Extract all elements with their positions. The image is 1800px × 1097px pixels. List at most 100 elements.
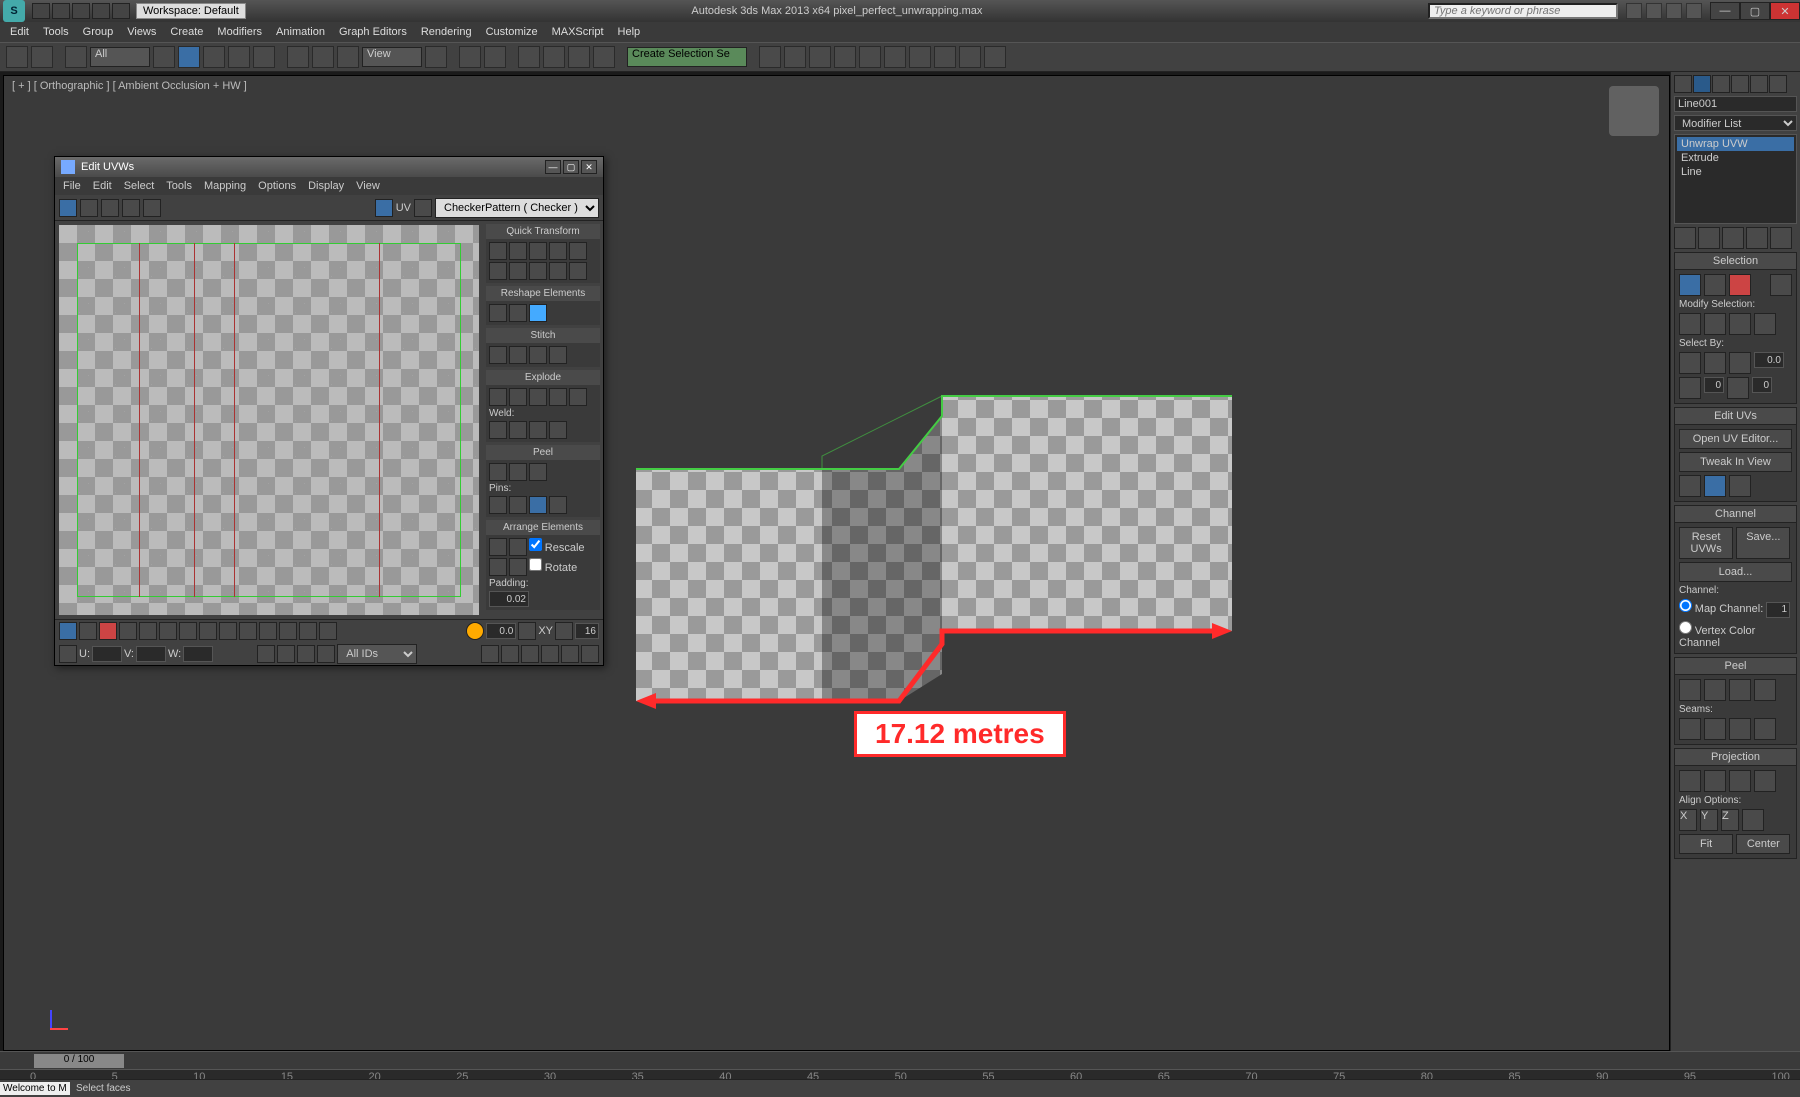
uv-b[interactable]: [555, 622, 573, 640]
move-button[interactable]: [287, 46, 309, 68]
select-object-button[interactable]: [178, 46, 200, 68]
render-frame-button[interactable]: [959, 46, 981, 68]
open-uv-editor-button[interactable]: Open UV Editor...: [1679, 429, 1792, 449]
angle-snap-button[interactable]: [543, 46, 565, 68]
uv-b[interactable]: [299, 622, 317, 640]
uv-roll-reshape[interactable]: Reshape Elements: [486, 286, 600, 301]
peel-b[interactable]: [1754, 679, 1776, 701]
uv-menu-options[interactable]: Options: [258, 180, 296, 192]
uv-show-map-button[interactable]: [375, 199, 393, 217]
ex-btn[interactable]: [489, 388, 507, 406]
uv-grid-input[interactable]: [575, 623, 599, 639]
peel-btn[interactable]: [529, 463, 547, 481]
object-name-input[interactable]: [1674, 96, 1797, 112]
uv-b[interactable]: [219, 622, 237, 640]
help-icon[interactable]: [1686, 3, 1702, 19]
uv-snap-button[interactable]: [561, 645, 579, 663]
workspace-dropdown[interactable]: Workspace: Default: [136, 3, 246, 19]
qt-btn[interactable]: [569, 262, 587, 280]
uv-mirror-button[interactable]: [143, 199, 161, 217]
grow-button[interactable]: [1679, 313, 1701, 335]
uv-b[interactable]: [277, 645, 295, 663]
infocenter-icon[interactable]: [1626, 3, 1642, 19]
qt-btn[interactable]: [529, 262, 547, 280]
uv-scale-button[interactable]: [101, 199, 119, 217]
uv-move-button[interactable]: [59, 199, 77, 217]
peel-b[interactable]: [1729, 679, 1751, 701]
uv-freeform-button[interactable]: [122, 199, 140, 217]
minimize-button[interactable]: —: [1710, 2, 1740, 20]
uv-menu-mapping[interactable]: Mapping: [204, 180, 246, 192]
manipulate-button[interactable]: [459, 46, 481, 68]
uv-roll-explode[interactable]: Explode: [486, 370, 600, 385]
qt-btn[interactable]: [549, 262, 567, 280]
uv-abs-button[interactable]: [59, 645, 77, 663]
menu-tools[interactable]: Tools: [43, 26, 69, 38]
uv-b[interactable]: [297, 645, 315, 663]
keyboard-shortcut-button[interactable]: [484, 46, 506, 68]
proj-box-button[interactable]: [1754, 770, 1776, 792]
map-channel-radio[interactable]: [1679, 599, 1692, 612]
proj-cyl-button[interactable]: [1704, 770, 1726, 792]
uv-elem-button[interactable]: [119, 622, 137, 640]
utilities-tab[interactable]: [1769, 75, 1787, 93]
uv-b[interactable]: [581, 645, 599, 663]
roll-peel[interactable]: Peel: [1675, 658, 1796, 675]
menu-grapheditors[interactable]: Graph Editors: [339, 26, 407, 38]
reset-uvws-button[interactable]: Reset UVWs: [1679, 527, 1733, 559]
loop-button[interactable]: [1754, 313, 1776, 335]
roll-edituvs[interactable]: Edit UVs: [1675, 408, 1796, 425]
ae-btn[interactable]: [509, 558, 527, 576]
save-icon[interactable]: [72, 3, 90, 19]
render-button[interactable]: [984, 46, 1006, 68]
selby-btn[interactable]: [1729, 352, 1751, 374]
uv-rotate-button[interactable]: [80, 199, 98, 217]
window-crossing-button[interactable]: [253, 46, 275, 68]
selby-val2[interactable]: [1704, 377, 1724, 393]
quick-peel-button[interactable]: [1704, 475, 1726, 497]
uv-canvas[interactable]: [59, 225, 479, 615]
selby-btn[interactable]: [1679, 377, 1701, 399]
signin-icon[interactable]: [1666, 3, 1682, 19]
qt-btn[interactable]: [509, 262, 527, 280]
qt-btn[interactable]: [489, 262, 507, 280]
uv-zoomex-button[interactable]: [521, 645, 539, 663]
scale-button[interactable]: [337, 46, 359, 68]
undo-icon[interactable]: [92, 3, 110, 19]
search-input[interactable]: [1428, 3, 1618, 19]
time-slider[interactable]: 0 / 100: [0, 1051, 1800, 1069]
load-uvs-button[interactable]: Load...: [1679, 562, 1792, 582]
weld-btn[interactable]: [489, 421, 507, 439]
selection-filter-dropdown[interactable]: All: [90, 47, 150, 67]
uv-editor-titlebar[interactable]: Edit UVWs — ▢ ✕: [55, 157, 603, 177]
uv-b[interactable]: [159, 622, 177, 640]
pin-btn[interactable]: [489, 496, 507, 514]
render-setup-button[interactable]: [934, 46, 956, 68]
motion-tab[interactable]: [1731, 75, 1749, 93]
modify-tab[interactable]: [1693, 75, 1711, 93]
menu-animation[interactable]: Animation: [276, 26, 325, 38]
uv-menu-display[interactable]: Display: [308, 180, 344, 192]
uv-ids-dropdown[interactable]: All IDs: [337, 644, 417, 664]
uv-menu-edit[interactable]: Edit: [93, 180, 112, 192]
select-region-button[interactable]: [228, 46, 250, 68]
uv-b[interactable]: [239, 622, 257, 640]
re-btn[interactable]: [529, 304, 547, 322]
select-button[interactable]: [153, 46, 175, 68]
uv-b[interactable]: [317, 645, 335, 663]
menu-group[interactable]: Group: [83, 26, 114, 38]
ae-btn[interactable]: [509, 538, 527, 556]
align-x-button[interactable]: X: [1679, 809, 1697, 831]
pin-btn[interactable]: [509, 496, 527, 514]
rescale-checkbox[interactable]: [529, 538, 542, 551]
vcolor-radio[interactable]: [1679, 621, 1692, 634]
uv-b[interactable]: [319, 622, 337, 640]
named-selection-dropdown[interactable]: Create Selection Se: [627, 47, 747, 67]
uv-b[interactable]: [518, 622, 536, 640]
percent-snap-button[interactable]: [568, 46, 590, 68]
ex-btn[interactable]: [509, 388, 527, 406]
uv-menu-view[interactable]: View: [356, 180, 380, 192]
menu-rendering[interactable]: Rendering: [421, 26, 472, 38]
peel-b[interactable]: [1704, 679, 1726, 701]
qt-btn[interactable]: [569, 242, 587, 260]
